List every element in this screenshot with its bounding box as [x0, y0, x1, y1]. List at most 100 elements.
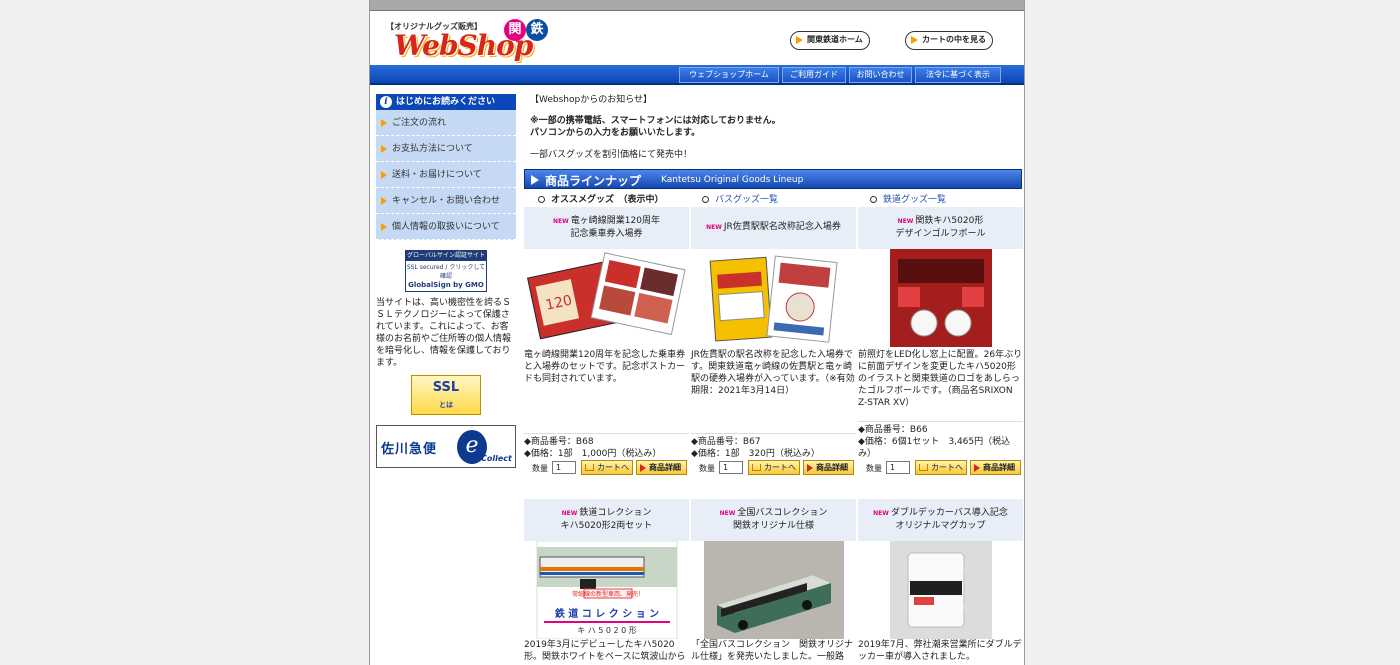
- nav-legal[interactable]: 法令に基づく表示: [915, 67, 1001, 83]
- sidebar: i はじめにお読みください ご注文の流れ お支払方法について 送料・お届けについ…: [376, 94, 516, 468]
- new-badge: NEW: [873, 510, 889, 517]
- bus-model-image: [704, 541, 844, 639]
- ssl-sub-label: とは: [439, 401, 453, 409]
- top-strip: [370, 0, 1024, 11]
- add-to-cart-button[interactable]: カートへ: [748, 460, 800, 475]
- product-description: 竜ヶ崎線開業120周年を記念した乗車券と入場券のセットです。記念ポストカードも同…: [524, 350, 686, 384]
- ticket-set-image: 120: [527, 252, 686, 340]
- new-badge: NEW: [897, 218, 914, 225]
- globalsign-brand: GlobalSign by GMO: [408, 281, 484, 289]
- entry-ticket-image: [709, 255, 838, 343]
- product-detail-button[interactable]: 商品詳細: [803, 460, 854, 475]
- arrow-right-icon: [796, 36, 803, 44]
- tab-bus-goods[interactable]: バスグッズ一覧: [702, 192, 778, 205]
- cart-icon: [752, 464, 761, 471]
- product-description: 2019年3月にデビューしたキハ5020形。関鉄ホワイトをベースに筑波山から: [524, 640, 686, 662]
- cart-icon: [919, 464, 928, 471]
- radio-icon: [702, 196, 709, 203]
- logo-kan-mark: 関: [504, 19, 526, 41]
- radio-icon: [538, 196, 545, 203]
- product-detail-label: 商品詳細: [649, 463, 681, 472]
- product-title[interactable]: NEW 竜ヶ崎線開業120周年 記念乗車券入場券: [524, 207, 689, 249]
- quantity-label: 数量: [699, 464, 715, 473]
- product-detail-label: 商品詳細: [983, 463, 1015, 472]
- quantity-select[interactable]: 1: [719, 461, 743, 474]
- product-image[interactable]: [858, 249, 1023, 349]
- view-cart-button[interactable]: カートの中を見る: [905, 31, 993, 50]
- product-title-line-1: 竜ヶ崎線開業120周年: [570, 216, 660, 226]
- product-detail-button[interactable]: 商品詳細: [970, 460, 1021, 475]
- product-title[interactable]: NEW JR佐貫駅駅名改称記念入場券: [691, 207, 856, 249]
- tab-rail-goods[interactable]: 鉄道グッズ一覧: [870, 192, 946, 205]
- product-card: NEW ダブルデッカーバス導入記念 オリジナルマグカップ 2019年7月、弊社潮来…: [858, 499, 1023, 663]
- sidebar-header: i はじめにお読みください: [376, 94, 516, 110]
- kantetsu-home-button[interactable]: 関東鉄道ホーム: [790, 31, 870, 50]
- add-to-cart-button[interactable]: カートへ: [581, 460, 633, 475]
- quantity-select[interactable]: 1: [552, 461, 576, 474]
- nav-contact[interactable]: お問い合わせ: [849, 67, 912, 83]
- product-actions: 数量 1 カートへ 商品詳細: [858, 460, 1023, 476]
- notice-box: 【Webshopからのお知らせ】 ※一部の携帯電話、スマートフォンには対応してお…: [524, 94, 1022, 161]
- product-description: 2019年7月、弊社潮来営業所にダブルデッカー車が導入されました。: [858, 640, 1022, 662]
- nav-webshop-home[interactable]: ウェブショップホーム: [679, 67, 779, 83]
- train-model-image: 常総線の新型車両、発売！ 鉄 道 コ レ ク シ ョ ン キ ハ 5 0 2 0…: [536, 540, 678, 640]
- notice-title: 【Webshopからのお知らせ】: [530, 95, 653, 105]
- globalsign-badge[interactable]: グローバルサイン認証サイト SSL secured / クリックして確認 Glo…: [405, 250, 487, 292]
- sidebar-item-label: 個人情報の取扱いについて: [392, 222, 500, 232]
- notice-line-2: パソコンからの入力をお願いいたします。: [530, 128, 701, 138]
- sagawa-ecollect-banner[interactable]: 佐川急便 e Collect: [376, 425, 516, 468]
- product-image[interactable]: [858, 541, 1023, 639]
- product-title[interactable]: NEW ダブルデッカーバス導入記念 オリジナルマグカップ: [858, 499, 1023, 541]
- product-description: JR佐貫駅の駅名改称を記念した入場券です。関東鉄道竜ヶ崎線の佐貫駅と竜ヶ崎駅の硬…: [691, 350, 855, 396]
- sidebar-item-cancel[interactable]: キャンセル・お問い合わせ: [376, 188, 516, 214]
- product-title-line-1: 鉄道コレクション: [579, 508, 652, 518]
- train-image-subtitle: キ ハ 5 0 2 0 形: [577, 626, 637, 635]
- product-price: ◆価格：1部 320円（税込み）: [691, 449, 820, 459]
- arrow-right-icon: [381, 223, 387, 231]
- product-image[interactable]: 常総線の新型車両、発売！ 鉄 道 コ レ ク シ ョ ン キ ハ 5 0 2 0…: [524, 540, 689, 640]
- ssl-label: SSL: [432, 380, 460, 395]
- product-meta: ◆商品番号：B67 ◆価格：1部 320円（税込み）: [691, 433, 856, 460]
- sidebar-item-order-flow[interactable]: ご注文の流れ: [376, 110, 516, 136]
- play-arrow-icon: [640, 464, 646, 472]
- new-badge: NEW: [719, 510, 736, 517]
- webshop-logo[interactable]: 【オリジナルグッズ販売】 WebShop 関 鉄: [382, 15, 562, 67]
- product-detail-button[interactable]: 商品詳細: [636, 460, 687, 475]
- tab-recommended[interactable]: オススメグッズ （表示中）: [538, 192, 664, 205]
- product-title[interactable]: NEW 全国バスコレクション 関鉄オリジナル仕様: [691, 499, 856, 541]
- tab-label: 鉄道グッズ一覧: [883, 195, 947, 205]
- product-title[interactable]: NEW 関鉄キハ5020形 デザインゴルフボール: [858, 207, 1023, 249]
- sidebar-item-label: キャンセル・お問い合わせ: [392, 196, 501, 206]
- product-code: ◆商品番号：B66: [858, 425, 928, 435]
- ssl-info-button[interactable]: SSL とは: [411, 375, 481, 415]
- product-title[interactable]: NEW 鉄道コレクション キハ5020形2両セット: [524, 499, 689, 541]
- product-actions: 数量 1 カートへ 商品詳細: [691, 460, 856, 476]
- main-content: 【Webshopからのお知らせ】 ※一部の携帯電話、スマートフォンには対応してお…: [524, 94, 1023, 662]
- quantity-select[interactable]: 1: [886, 461, 910, 474]
- info-icon: i: [380, 96, 392, 108]
- product-image[interactable]: [691, 249, 856, 349]
- product-card: NEW 関鉄キハ5020形 デザインゴルフボール 前照灯をLED化し窓上に配置。2…: [858, 207, 1023, 475]
- play-arrow-icon: [974, 464, 980, 472]
- sidebar-item-privacy[interactable]: 個人情報の取扱いについて: [376, 214, 516, 240]
- sagawa-brand: 佐川急便: [381, 442, 438, 457]
- product-image[interactable]: [691, 541, 856, 639]
- product-actions: 数量 1 カートへ 商品詳細: [524, 460, 689, 476]
- add-to-cart-button[interactable]: カートへ: [915, 460, 967, 475]
- sidebar-item-payment[interactable]: お支払方法について: [376, 136, 516, 162]
- globalsign-title: グローバルサイン認証サイト: [406, 251, 486, 261]
- sidebar-item-shipping[interactable]: 送料・お届けについて: [376, 162, 516, 188]
- tab-label: バスグッズ一覧: [715, 195, 779, 205]
- sidebar-item-label: ご注文の流れ: [392, 118, 447, 128]
- product-title-line-1: JR佐貫駅駅名改称記念入場券: [723, 222, 841, 232]
- lineup-subtitle: Kantetsu Original Goods Lineup: [661, 175, 804, 185]
- product-title-line-2: 記念乗車券入場券: [570, 229, 643, 239]
- new-badge: NEW: [706, 224, 722, 231]
- logo-tetsu-mark: 鉄: [526, 19, 548, 41]
- product-meta: ◆商品番号：B68 ◆価格：1部 1,000円（税込み）: [524, 433, 689, 460]
- product-title-line-2: 関鉄オリジナル仕様: [732, 521, 814, 531]
- sidebar-header-label: はじめにお読みください: [396, 97, 496, 107]
- main-nav: ウェブショップホーム ご利用ガイド お問い合わせ 法令に基づく表示: [370, 65, 1024, 85]
- nav-guide[interactable]: ご利用ガイド: [782, 67, 846, 83]
- product-image[interactable]: 120: [524, 249, 689, 349]
